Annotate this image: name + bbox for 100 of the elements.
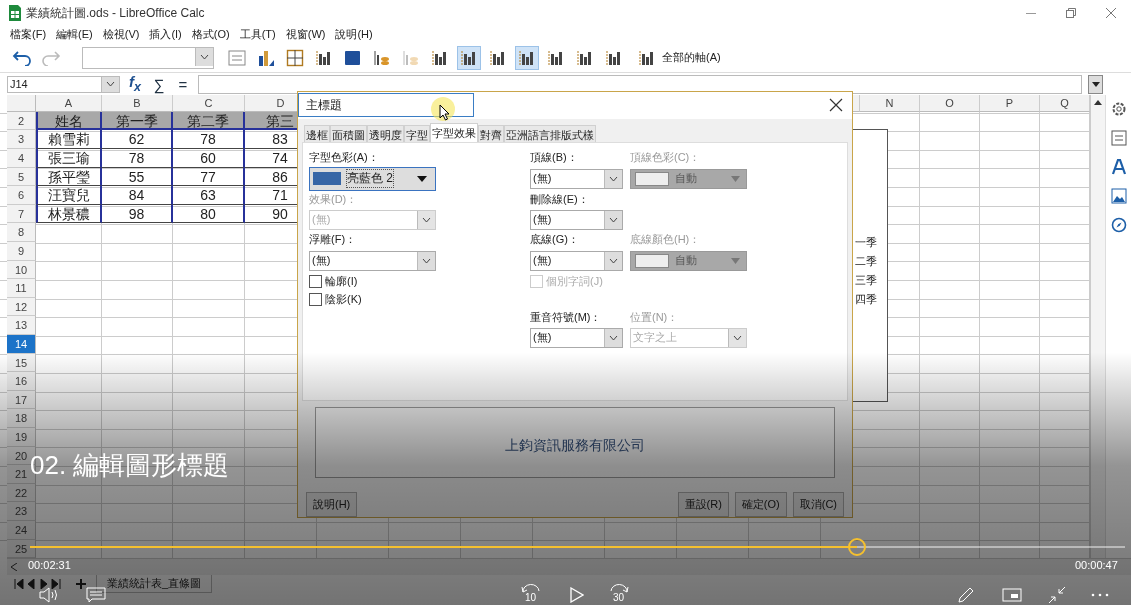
table-cell: 80 <box>173 204 245 224</box>
table-cell: 63 <box>173 186 245 205</box>
column-header[interactable]: O <box>920 94 980 112</box>
field-label: 頂線色彩(C)： <box>630 150 701 166</box>
row-header[interactable]: 23 <box>7 502 36 521</box>
menu-item[interactable]: 格式(O) <box>191 27 230 43</box>
column-header[interactable]: N <box>860 94 920 112</box>
row-header[interactable]: 16 <box>7 372 36 391</box>
table-cell: 孫平瑩 <box>36 167 102 187</box>
legend-label: 四季 <box>855 292 878 307</box>
dropdown[interactable]: (無) <box>530 209 623 230</box>
caret-icon <box>609 216 618 223</box>
minimize-icon[interactable] <box>1026 12 1036 14</box>
row-header[interactable]: 3 <box>7 130 36 150</box>
dialog-tab[interactable]: 字型 <box>404 124 430 142</box>
menu-item[interactable]: 檢視(V) <box>102 27 140 43</box>
dialog-tab[interactable]: 對齊 <box>478 124 504 142</box>
field-label: 位置(N)： <box>630 310 679 326</box>
table-cell: 78 <box>173 130 245 150</box>
dropdown[interactable]: (無) <box>530 250 623 271</box>
column-header[interactable]: A <box>36 94 102 112</box>
row-header[interactable]: 13 <box>7 316 36 335</box>
all-axes-button[interactable]: 全部的軸(A) <box>662 50 721 66</box>
scroll-left-icon[interactable] <box>11 563 17 572</box>
elapsed-time: 00:02:31 <box>28 559 71 571</box>
field-label: 刪除線(E)： <box>530 192 589 208</box>
table-cell: 賴雪莉 <box>36 130 102 150</box>
styles-icon[interactable] <box>1110 158 1127 175</box>
help-button[interactable]: 說明(H) <box>306 492 358 517</box>
corner-cell[interactable] <box>7 94 36 112</box>
forward-arrow-icon <box>608 583 630 593</box>
dialog-button[interactable]: 重設(R) <box>677 492 729 517</box>
rewind-button[interactable]: 10 <box>520 583 544 605</box>
subtitles-icon[interactable] <box>84 585 108 605</box>
color-swatch <box>635 253 669 268</box>
horizontal-scrollbar[interactable] <box>7 558 1131 576</box>
chart-frame[interactable]: 一季 二季 三季 四季 <box>853 129 888 402</box>
column-header[interactable]: Q <box>1040 94 1090 112</box>
column-header[interactable]: B <box>102 94 173 112</box>
dropdown[interactable]: (無) <box>530 168 623 189</box>
settings-icon[interactable] <box>1110 100 1127 117</box>
dialog-tab[interactable]: 面積圖 <box>330 124 367 142</box>
formula-button[interactable]: = <box>174 75 192 93</box>
table-cell: 張三瑜 <box>36 149 102 168</box>
checkbox[interactable]: 輪廓(I) <box>309 274 358 290</box>
dialog-tab[interactable]: 邊框 <box>304 124 330 142</box>
menu-item[interactable]: 視窗(W) <box>285 27 326 43</box>
color-swatch <box>313 172 341 186</box>
dialog-tab[interactable]: 亞洲語言排版式樣 <box>504 124 596 142</box>
dialog-button[interactable]: 確定(O) <box>734 492 787 517</box>
dialog-button[interactable]: 取消(C) <box>792 492 844 517</box>
bar-chart-icon[interactable] <box>515 45 539 70</box>
caret-icon <box>422 216 431 223</box>
font-color-dropdown[interactable]: 亮藍色 2 <box>309 166 436 191</box>
menu-item[interactable]: 檔案(F) <box>10 27 47 43</box>
menu-item[interactable]: 編輯(E) <box>56 27 93 43</box>
expand-formula-button[interactable] <box>1088 74 1103 94</box>
table-cell: 78 <box>102 149 173 168</box>
sheet-tab[interactable]: 業績統計表_直條圖 <box>96 575 213 594</box>
formula-button[interactable]: f$_{x}$ <box>126 72 144 96</box>
name-box[interactable]: J14 <box>7 75 120 93</box>
checkbox[interactable]: 陰影(K) <box>309 292 362 308</box>
vertical-scrollbar[interactable] <box>1090 94 1106 559</box>
caret-icon <box>731 257 740 264</box>
row-header[interactable]: 11 <box>7 279 36 298</box>
row-header[interactable]: 4 <box>7 149 36 168</box>
menu-item[interactable]: 說明(H) <box>335 27 373 43</box>
preview-text: 上鈞資訊服務有限公司 <box>505 435 645 455</box>
caret-icon <box>609 257 618 264</box>
dropdown[interactable]: (無) <box>309 250 436 271</box>
bar-chart-icon[interactable] <box>457 45 481 70</box>
restore-icon[interactable] <box>1066 8 1076 18</box>
row-header[interactable]: 8 <box>7 223 36 243</box>
row-header[interactable]: 6 <box>7 186 36 205</box>
formula-button[interactable]: ∑ <box>150 75 168 93</box>
legend-label: 三季 <box>855 273 878 288</box>
forward-button[interactable]: 30 <box>608 583 632 605</box>
table-cell: 62 <box>102 130 173 150</box>
column-header[interactable]: C <box>173 94 245 112</box>
menu-item[interactable]: 插入(I) <box>149 27 182 43</box>
row-header[interactable]: 18 <box>7 409 36 428</box>
dialog-tab[interactable]: 字型效果 <box>430 122 478 142</box>
row-header[interactable]: 9 <box>7 242 36 261</box>
compass-icon[interactable] <box>1110 216 1127 233</box>
progress-knob[interactable] <box>847 538 866 556</box>
caret-icon <box>609 175 618 182</box>
menu-item[interactable]: 工具(T) <box>239 27 276 43</box>
image-icon[interactable] <box>1110 187 1127 204</box>
caret-icon <box>200 53 209 60</box>
table-cell: 60 <box>173 149 245 168</box>
dropdown[interactable]: (無) <box>530 327 623 348</box>
field-label: 頂線(B)： <box>530 150 578 166</box>
row-header[interactable]: 14 <box>7 335 36 354</box>
add-sheet-icon[interactable] <box>76 579 86 590</box>
dialog-tab[interactable]: 透明度 <box>367 124 404 142</box>
mini-player-icon[interactable] <box>1000 585 1024 605</box>
remaining-time: 00:00:47 <box>1075 559 1118 571</box>
column-header[interactable]: P <box>980 94 1040 112</box>
caret-icon <box>106 81 115 88</box>
close-icon[interactable] <box>828 97 844 114</box>
